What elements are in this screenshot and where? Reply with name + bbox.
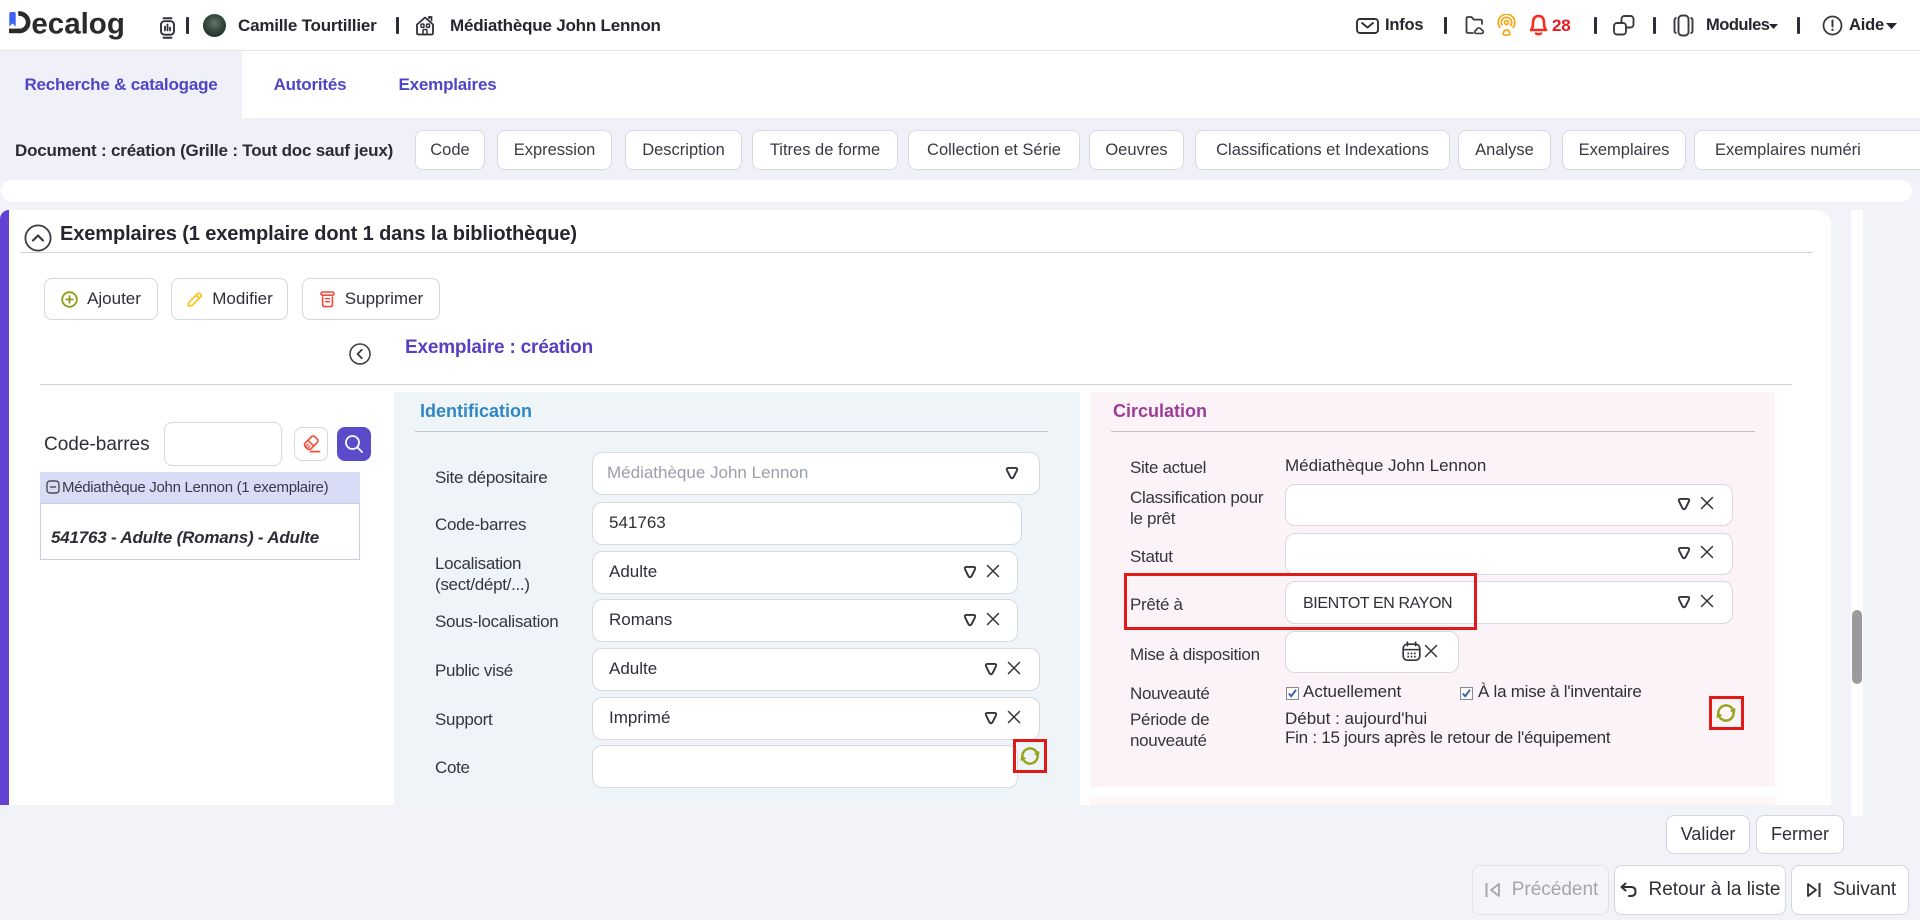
svg-text:ecalog: ecalog: [31, 10, 124, 40]
